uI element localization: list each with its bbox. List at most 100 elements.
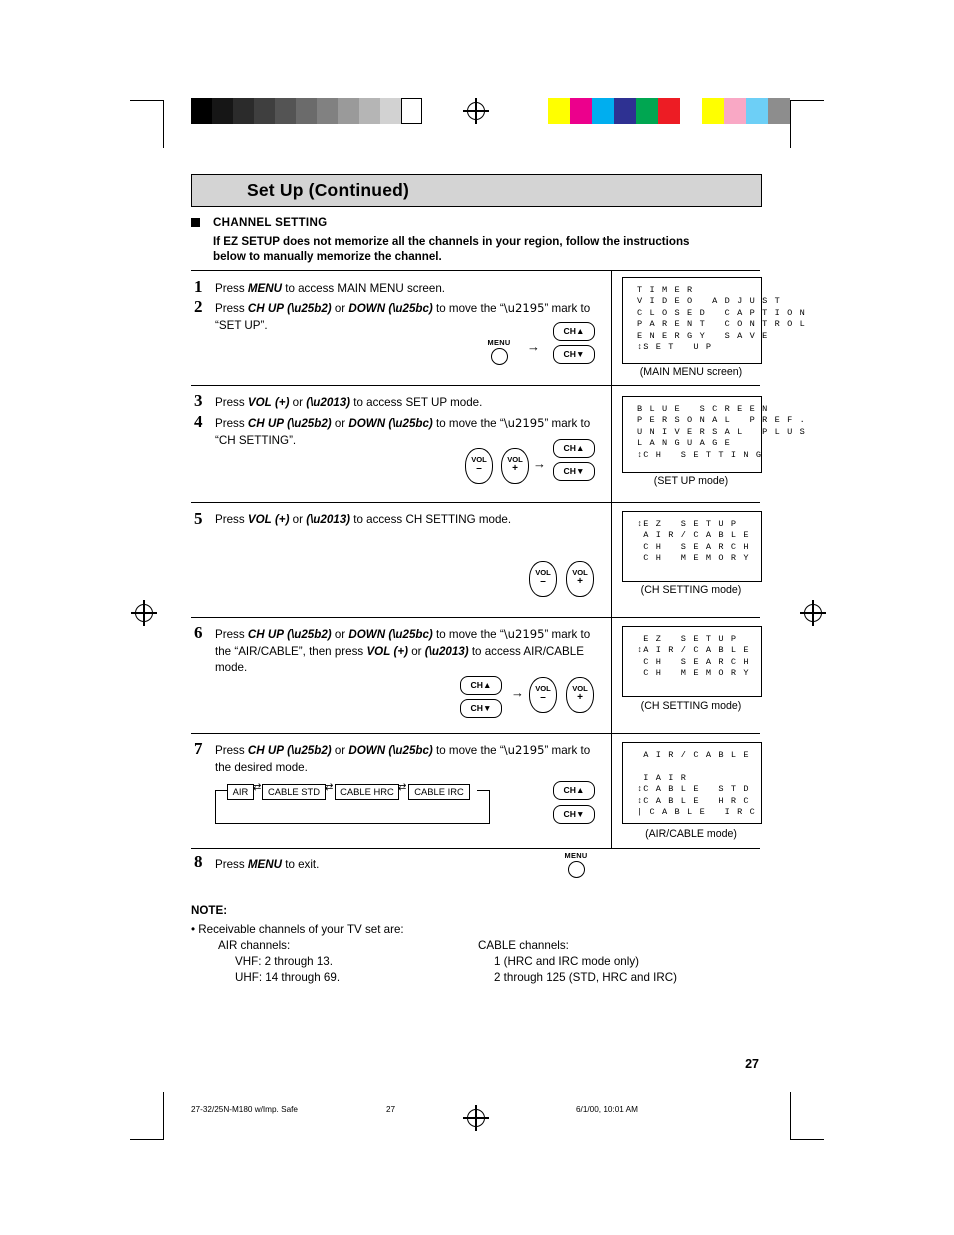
intro-line1: If EZ SETUP does not memorize all the ch… <box>213 234 690 248</box>
chain-connector-2: ⇄ <box>325 782 334 793</box>
chain-connector-3: ⇄ <box>398 782 407 793</box>
arrow-icon-step6: → <box>511 685 524 700</box>
intro-heading: CHANNEL SETTING <box>213 216 328 229</box>
chain-item-cable-irc: CABLE IRC <box>408 784 470 800</box>
menu-button-circle <box>490 348 508 365</box>
step-text-7: Press CH UP (\u25b2) or DOWN (\u25bc) to… <box>215 743 591 774</box>
intro-block: CHANNEL SETTING If EZ SETUP does not mem… <box>213 215 763 265</box>
vol-plus-sign: + <box>577 576 583 587</box>
step-text-5: Press VOL (+) or (\u2013) to access CH S… <box>215 513 512 526</box>
corner-mark-top-left <box>130 100 164 148</box>
step-text-6: Press CH UP (\u25b2) or DOWN (\u25bc) to… <box>215 627 591 674</box>
color-bar <box>526 98 790 124</box>
ch-down-button-step7[interactable]: CH▼ <box>553 805 595 824</box>
osd-screen-set-up: B L U E S C R E E N P E R S O N A L P R … <box>622 396 806 473</box>
osd-caption-main-menu: (MAIN MENU screen) <box>639 366 743 378</box>
section-bullet-icon <box>191 218 200 227</box>
rule-2 <box>191 502 760 503</box>
footer-left: 27-32/25N-M180 w/Imp. Safe <box>191 1105 298 1114</box>
step-number-4: 4 <box>194 412 203 431</box>
rule-top <box>191 270 760 271</box>
registration-crosshair-left <box>131 600 157 626</box>
vol-minus-button-step5[interactable]: VOL – <box>529 561 557 597</box>
step-number-7: 7 <box>194 739 203 758</box>
ch-up-button-step2[interactable]: CH▲ <box>553 322 595 341</box>
corner-mark-top-right <box>790 100 824 148</box>
rule-1 <box>191 385 760 386</box>
osd-caption-set-up: (SET UP mode) <box>653 475 729 487</box>
osd-screen-main-menu: T I M E R V I D E O A D J U S T C L O S … <box>622 277 806 364</box>
step-text-8: Press MENU to exit. <box>215 858 320 871</box>
step-number-8: 8 <box>194 852 203 871</box>
ch-up-button-step7[interactable]: CH▲ <box>553 781 595 800</box>
menu-button-label: MENU <box>487 338 511 347</box>
arrow-icon-step2: → <box>527 339 540 354</box>
note-air-head: AIR channels: <box>218 939 291 952</box>
corner-mark-bottom-left <box>130 1092 164 1140</box>
vol-plus-sign: + <box>512 463 518 474</box>
note-cable-head: CABLE channels: <box>478 939 569 952</box>
osd-text-ch-setting-2: E Z S E T U P ↕A I R / C A B L E C H S E… <box>637 634 750 679</box>
vol-plus-button-step6[interactable]: VOL + <box>566 677 594 713</box>
note-cable-2: 2 through 125 (STD, HRC and IRC) <box>494 971 677 984</box>
arrow-icon-step4: → <box>533 456 546 471</box>
grayscale-bar <box>191 98 422 124</box>
step-number-3: 3 <box>194 391 203 410</box>
note-title: NOTE: <box>191 904 228 917</box>
chain-item-air: AIR <box>227 784 254 800</box>
chain-line-top-left <box>215 790 227 792</box>
osd-text-air-cable: A I R / C A B L E I A I R ↕C A B L E S T… <box>637 750 756 818</box>
note-cable-1: 1 (HRC and IRC mode only) <box>494 955 639 968</box>
osd-text-set-up: B L U E S C R E E N P E R S O N A L P R … <box>637 404 806 460</box>
osd-caption-ch-setting-1: (CH SETTING mode) <box>640 584 742 596</box>
page-number: 27 <box>745 1057 759 1071</box>
osd-screen-ch-setting-2: E Z S E T U P ↕A I R / C A B L E C H S E… <box>622 626 762 697</box>
rule-5 <box>191 848 760 849</box>
vol-minus-sign: – <box>540 692 546 703</box>
manual-page: Set Up (Continued) CHANNEL SETTING If EZ… <box>0 0 954 1235</box>
rule-vertical <box>611 270 612 848</box>
page-title-bar: Set Up (Continued) <box>191 174 762 207</box>
note-bullet: • Receivable channels of your TV set are… <box>191 923 404 936</box>
ch-up-button-step6[interactable]: CH▲ <box>460 676 502 695</box>
vol-minus-button-step6[interactable]: VOL – <box>529 677 557 713</box>
vol-plus-button-step5[interactable]: VOL + <box>566 561 594 597</box>
chain-line-left <box>215 790 217 824</box>
note-air-uhf: UHF: 14 through 69. <box>235 971 341 984</box>
footer-center: 27 <box>386 1105 396 1114</box>
chain-connector-1: ⇄ <box>253 782 262 793</box>
menu-button-step8[interactable]: MENU <box>561 851 591 878</box>
menu-button-label: MENU <box>564 851 588 860</box>
vol-minus-sign: – <box>540 576 546 587</box>
step-number-6: 6 <box>194 623 203 642</box>
chain-line-right <box>488 790 490 824</box>
ch-down-button-step4[interactable]: CH▼ <box>553 462 595 481</box>
step-number-2: 2 <box>194 297 203 316</box>
vol-plus-button-step4[interactable]: VOL + <box>501 448 529 484</box>
vol-plus-sign: + <box>577 692 583 703</box>
step-text-1: Press MENU to access MAIN MENU screen. <box>215 282 445 295</box>
osd-screen-ch-setting-1: ↕E Z S E T U P A I R / C A B L E C H S E… <box>622 511 762 582</box>
osd-text-main-menu: T I M E R V I D E O A D J U S T C L O S … <box>637 285 806 353</box>
osd-screen-air-cable: A I R / C A B L E I A I R ↕C A B L E S T… <box>622 742 762 824</box>
registration-crosshair-right <box>800 600 826 626</box>
osd-caption-air-cable: (AIR/CABLE mode) <box>645 828 737 840</box>
chain-item-cable-std: CABLE STD <box>262 784 326 800</box>
corner-mark-top-left-2 <box>163 100 165 148</box>
chain-item-cable-hrc: CABLE HRC <box>335 784 399 800</box>
air-cable-chain-diagram: AIR CABLE STD CABLE HRC CABLE IRC ⇄ ⇄ ⇄ <box>215 782 495 828</box>
vol-minus-button-step4[interactable]: VOL – <box>465 448 493 484</box>
rule-4 <box>191 733 760 734</box>
ch-down-button-step6[interactable]: CH▼ <box>460 699 502 718</box>
vol-minus-sign: – <box>476 463 482 474</box>
ch-down-button-step2[interactable]: CH▼ <box>553 345 595 364</box>
menu-button-step2[interactable]: MENU <box>484 338 514 365</box>
menu-button-circle <box>567 861 585 878</box>
corner-mark-bottom-left-2 <box>163 1092 165 1140</box>
page-title: Set Up (Continued) <box>247 180 410 200</box>
chain-line-top-right <box>477 790 490 792</box>
osd-caption-ch-setting-2: (CH SETTING mode) <box>640 700 742 712</box>
corner-mark-bottom-right <box>790 1092 824 1140</box>
ch-up-button-step4[interactable]: CH▲ <box>553 439 595 458</box>
step-number-5: 5 <box>194 509 203 528</box>
